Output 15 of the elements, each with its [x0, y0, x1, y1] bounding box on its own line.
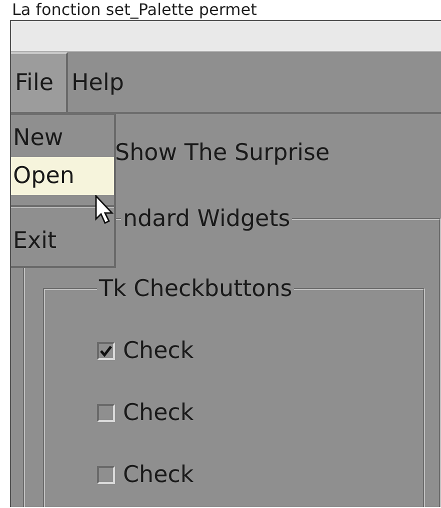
- menu-item[interactable]: Exit: [11, 222, 114, 260]
- frame-title: Tk Checkbuttons: [98, 276, 294, 302]
- pointer-cursor-icon: [95, 195, 115, 225]
- menu-item[interactable]: New: [11, 119, 114, 157]
- checkbox[interactable]: [97, 342, 115, 360]
- checkbox-label: Check: [123, 338, 194, 364]
- menu-title[interactable]: File: [11, 52, 68, 112]
- checkbox[interactable]: [97, 404, 115, 422]
- checkbox-label: Check: [123, 400, 194, 426]
- frame-title: ndard Widgets: [122, 206, 292, 232]
- menu-title[interactable]: Help: [68, 52, 138, 112]
- checkbox[interactable]: [97, 466, 115, 484]
- menu-item[interactable]: Open: [11, 157, 114, 195]
- checkbox-label: Check: [123, 462, 194, 488]
- caption-text: La fonction set_Palette permet: [11, 0, 258, 20]
